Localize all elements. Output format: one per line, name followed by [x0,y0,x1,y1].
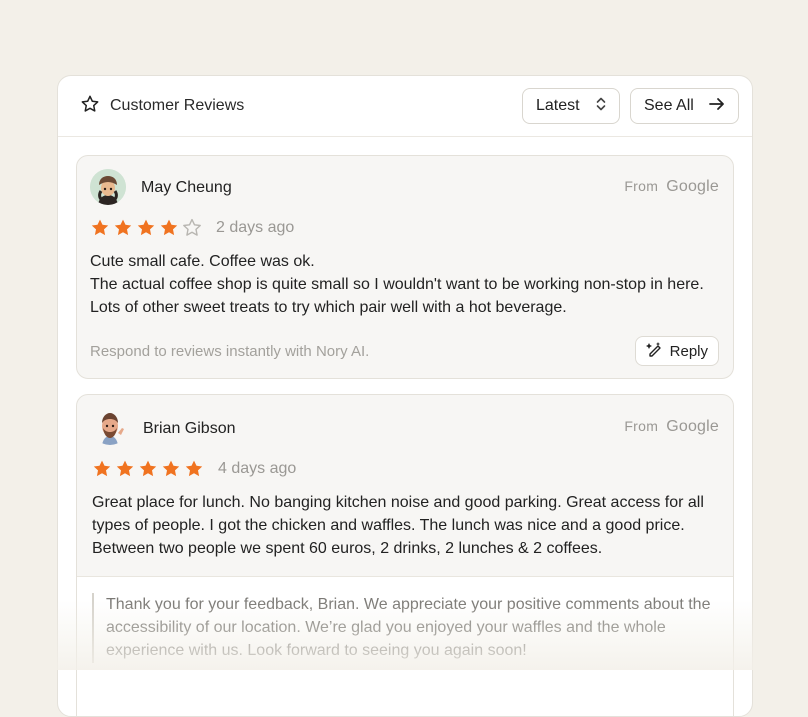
avatar [90,169,126,205]
reviewer-name: May Cheung [141,179,232,196]
response-text: Thank you for your feedback, Brian. We a… [106,596,711,659]
sort-select-value: Latest [536,97,580,114]
star-filled-icon [161,459,181,479]
review-source: From Google [624,418,719,436]
arrow-right-icon [708,96,726,117]
sort-select[interactable]: Latest [522,88,620,124]
chevron-up-down-icon [595,95,607,118]
star-filled-icon [159,218,179,238]
star-filled-icon [184,459,204,479]
review-card: May Cheung From Google 2 days ago Cute s… [76,155,734,379]
review-time: 4 days ago [218,460,297,477]
star-filled-icon [136,218,156,238]
star-filled-icon [115,459,135,479]
ai-hint: Respond to reviews instantly with Nory A… [90,343,370,360]
star-filled-icon [90,218,110,238]
panel-title: Customer Reviews [110,97,245,114]
review-source: From Google [624,178,719,196]
see-all-label: See All [644,97,694,114]
google-logo: Google [666,178,719,195]
star-filled-icon [138,459,158,479]
header-title-group: Customer Reviews [80,94,522,119]
response-quote-bar [92,593,94,663]
review-time: 2 days ago [216,219,295,236]
review-text-line: Cute small cafe. Coffee was ok. [90,253,315,270]
review-text: Great place for lunch. No banging kitche… [92,494,704,557]
google-logo: Google [666,418,719,435]
star-rating [90,218,202,238]
panel-header: Customer Reviews Latest See All [58,76,752,137]
star-filled-icon [113,218,133,238]
reviews-panel: Customer Reviews Latest See All May Cheu… [57,75,753,717]
reply-button[interactable]: Reply [634,336,719,366]
see-all-button[interactable]: See All [630,88,739,124]
owner-response: Thank you for your feedback, Brian. We a… [77,576,733,716]
review-text: Cute small cafe. Coffee was ok. The actu… [90,250,720,319]
review-text-line: The actual coffee shop is quite small so… [90,276,704,316]
source-from-label: From [624,418,659,434]
reviewer-name: Brian Gibson [143,420,236,437]
magic-pen-icon [645,340,664,362]
star-filled-icon [92,459,112,479]
review-card: Brian Gibson From Google 4 days ago Grea… [76,394,734,716]
source-from-label: From [624,178,659,194]
reply-label: Reply [669,342,708,360]
star-outline-icon [80,94,100,119]
avatar [92,409,128,445]
star-empty-icon [182,218,202,238]
star-rating [92,459,204,479]
